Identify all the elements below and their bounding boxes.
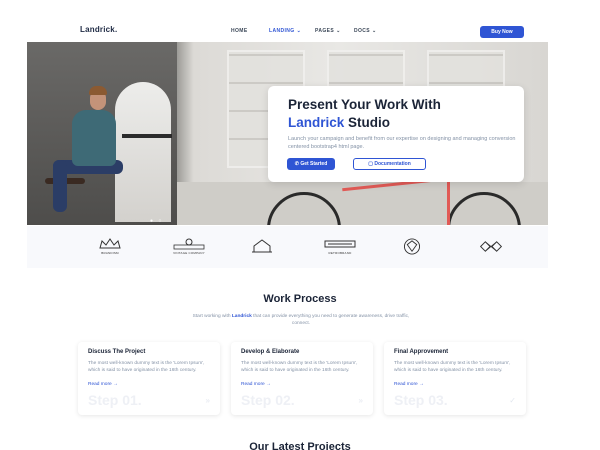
step-title: Discuss The Project <box>88 349 146 355</box>
work-process-title: Work Process <box>263 293 337 305</box>
read-more-link[interactable]: Read more → <box>88 382 118 387</box>
read-more-link[interactable]: Read more → <box>394 382 424 387</box>
latest-projects-title: Our Latest Projects <box>249 441 351 450</box>
carousel-dots[interactable]: ● ○ <box>150 218 163 224</box>
geometric-logo-icon <box>479 241 503 252</box>
check-icon: ✓ <box>509 396 516 405</box>
phone-icon: ✆ <box>294 161 299 167</box>
double-chevron-icon: » <box>358 396 363 405</box>
documentation-button[interactable]: ▢ Documentation <box>353 158 426 170</box>
chevron-down-icon: ⌄ <box>372 28 377 34</box>
top-navbar: Landrick. HOME LANDING ⌄ PAGES ⌄ DOCS ⌄ Buy… <box>0 0 600 42</box>
partner-logo: VINTAGE COMPANY <box>169 238 209 256</box>
person-graphic <box>72 110 116 166</box>
door-graphic <box>115 82 171 222</box>
process-step-card: Develop & Elaborate The most well-known … <box>231 342 373 415</box>
hero-title: Present Your Work With Landrick Studio <box>288 97 441 130</box>
nav-item-landing[interactable]: LANDING ⌄ <box>269 28 301 34</box>
get-started-button[interactable]: ✆ Get Started <box>287 158 335 170</box>
partner-logo <box>476 238 506 256</box>
step-number: Step 03. <box>394 392 448 408</box>
hero-card: Present Your Work With Landrick Studio L… <box>268 86 524 182</box>
step-text: The most well-known dummy text is the 'L… <box>241 361 358 373</box>
partner-logo: BRANDISM <box>95 238 125 256</box>
retro-logo-icon <box>324 240 356 248</box>
double-chevron-icon: » <box>205 396 210 405</box>
partner-logo <box>247 238 277 256</box>
diamond-logo-icon <box>403 238 421 255</box>
partner-logo <box>400 238 424 256</box>
read-more-link[interactable]: Read more → <box>241 382 271 387</box>
hero-subtitle: Launch your campaign and benefit from ou… <box>288 136 516 150</box>
step-text: The most well-known dummy text is the 'L… <box>394 361 511 373</box>
nav-item-home[interactable]: HOME <box>231 28 248 34</box>
logo[interactable]: Landrick. <box>80 25 117 34</box>
process-step-card: Final Approvement The most well-known du… <box>384 342 526 415</box>
step-title: Final Approvement <box>394 349 449 355</box>
nav-item-pages[interactable]: PAGES ⌄ <box>315 28 341 34</box>
house-logo-icon <box>252 239 272 253</box>
partner-logo: RETROBRAND <box>322 238 358 256</box>
nav-item-docs[interactable]: DOCS ⌄ <box>354 28 377 34</box>
chevron-down-icon: ⌄ <box>296 28 302 34</box>
buy-now-button[interactable]: Buy Now <box>480 26 524 38</box>
chevron-down-icon: ⌄ <box>336 28 341 34</box>
crown-logo-icon <box>99 238 121 249</box>
step-number: Step 02. <box>241 392 295 408</box>
badge-logo-icon <box>173 238 205 250</box>
step-title: Develop & Elaborate <box>241 349 300 355</box>
book-icon: ▢ <box>368 161 373 167</box>
process-step-card: Discuss The Project The most well-known … <box>78 342 220 415</box>
step-number: Step 01. <box>88 392 142 408</box>
work-process-subtitle: Start working with Landrick that can pro… <box>192 314 410 326</box>
step-text: The most well-known dummy text is the 'L… <box>88 361 205 373</box>
